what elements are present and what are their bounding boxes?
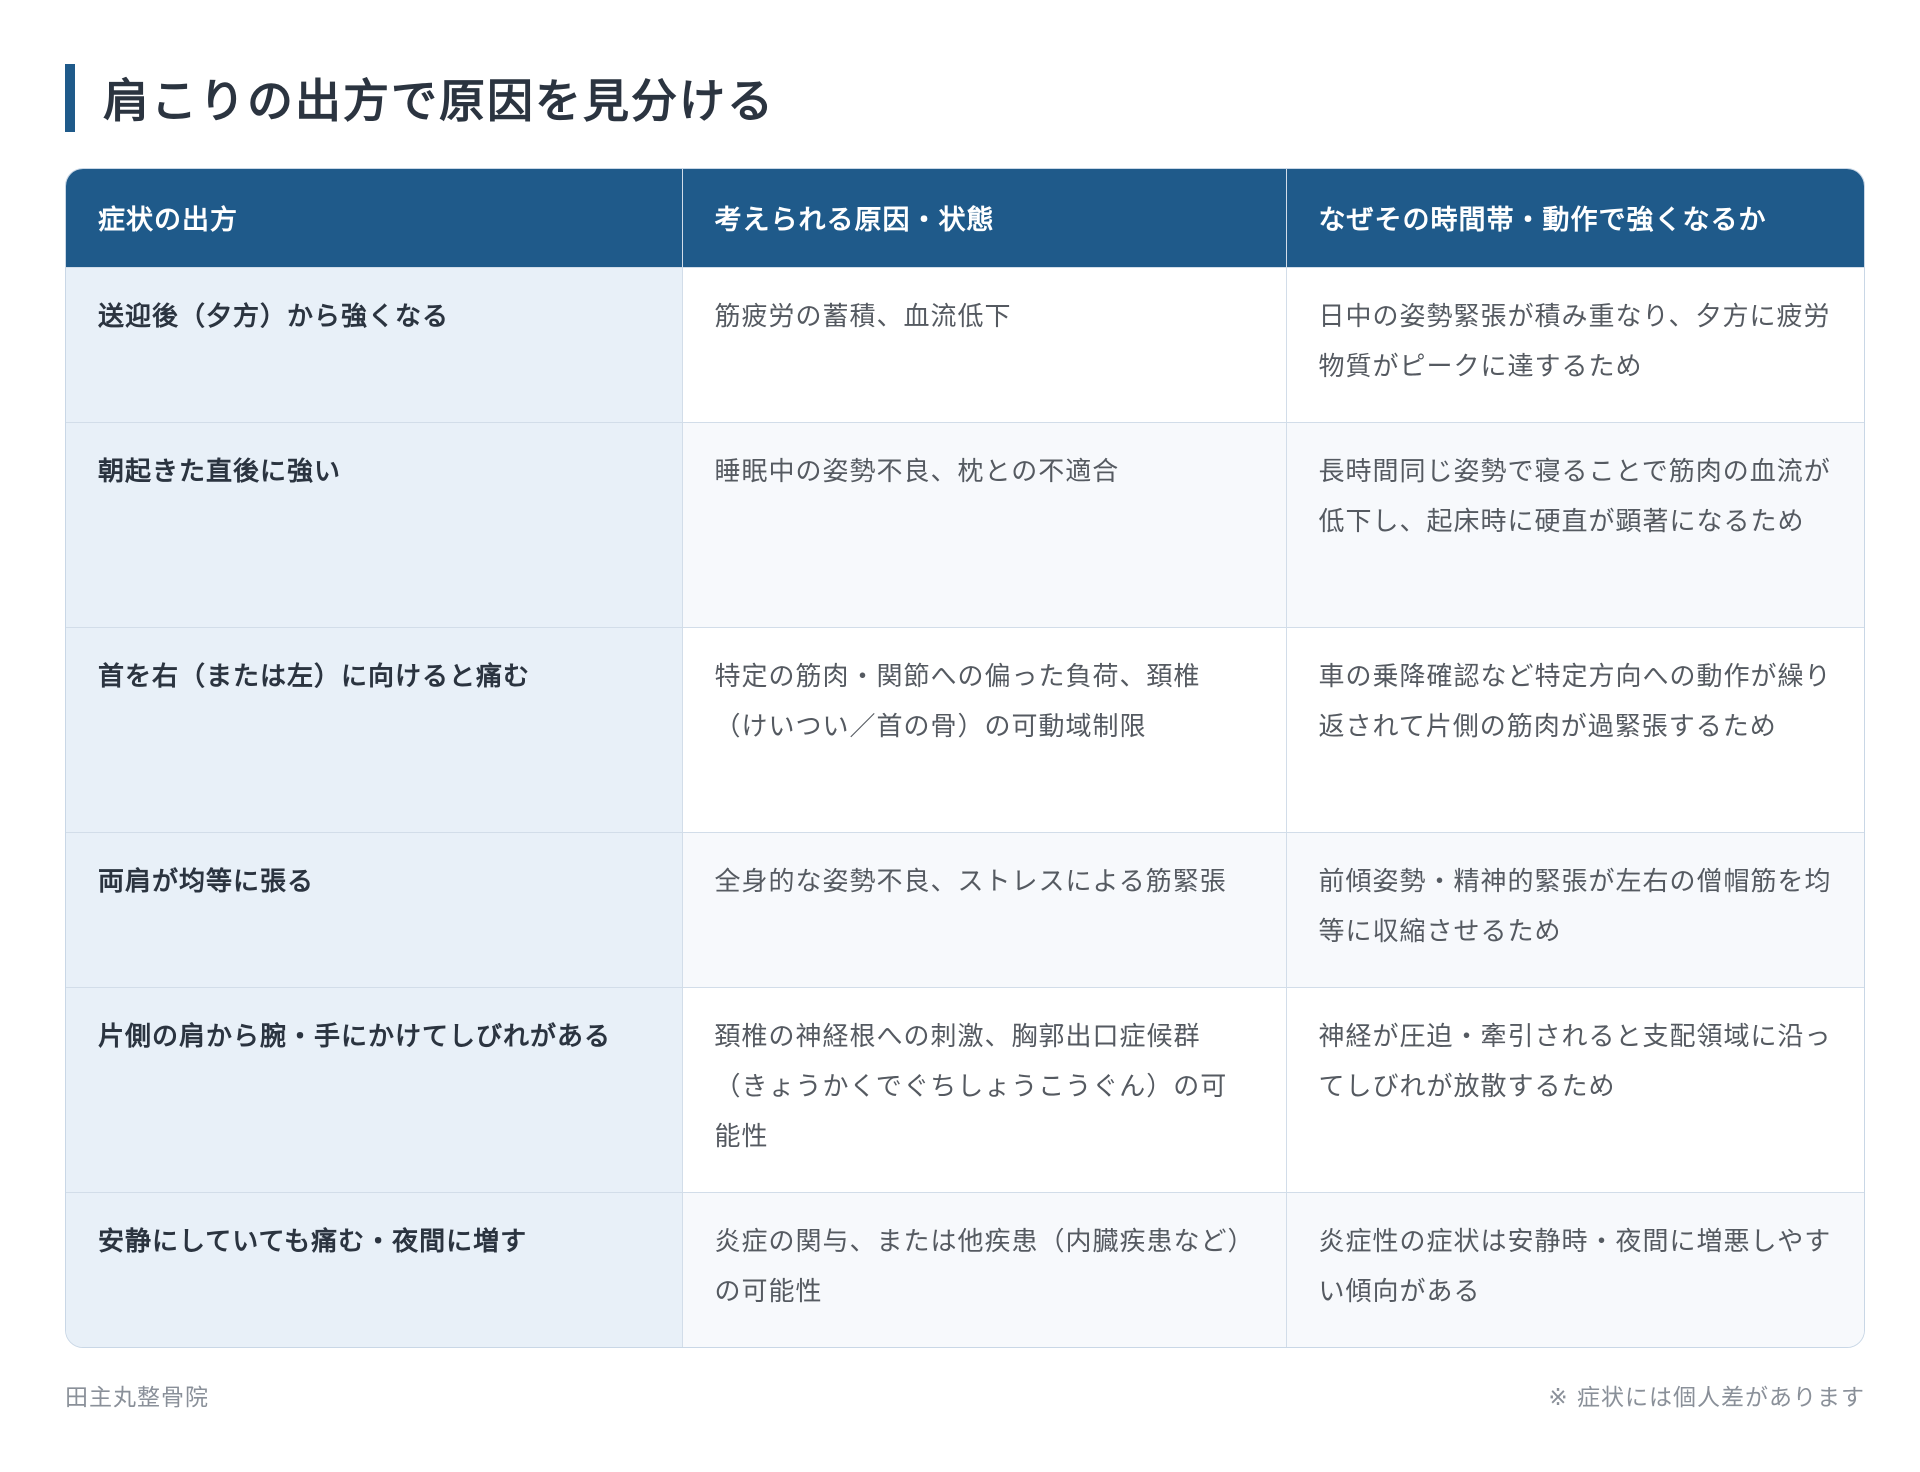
symptom-cell: 安静にしていても痛む・夜間に増す — [66, 1191, 682, 1347]
reason-cell: 車の乗降確認など特定方向への動作が繰り返されて片側の筋肉が過緊張するため — [1285, 626, 1864, 832]
symptom-cell: 送迎後（夕方）から強くなる — [66, 266, 682, 422]
symptom-cell: 朝起きた直後に強い — [66, 421, 682, 627]
symptom-cell: 両肩が均等に張る — [66, 831, 682, 987]
title-section: 肩こりの出方で原因を見分ける — [65, 64, 775, 132]
reason-cell: 前傾姿勢・精神的緊張が左右の僧帽筋を均等に収縮させるため — [1285, 831, 1864, 987]
clinic-name: 田主丸整骨院 — [65, 1385, 209, 1411]
cause-cell: 睡眠中の姿勢不良、枕との不適合 — [681, 421, 1286, 627]
cause-cell: 筋疲労の蓄積、血流低下 — [681, 266, 1286, 422]
header-symptom: 症状の出方 — [66, 169, 682, 267]
table-row: 首を右（または左）に向けると痛む 特定の筋肉・関節への偏った負荷、頚椎（けいつい… — [66, 626, 1864, 832]
header-reason: なぜその時間帯・動作で強くなるか — [1285, 169, 1864, 267]
title-accent-bar — [65, 64, 75, 132]
page-title: 肩こりの出方で原因を見分ける — [103, 74, 775, 128]
table-row: 安静にしていても痛む・夜間に増す 炎症の関与、または他疾患（内臓疾患など）の可能… — [66, 1191, 1864, 1347]
cause-cell: 特定の筋肉・関節への偏った負荷、頚椎（けいつい／首の骨）の可動域制限 — [681, 626, 1286, 832]
cause-cell: 炎症の関与、または他疾患（内臓疾患など）の可能性 — [681, 1191, 1286, 1347]
reason-cell: 日中の姿勢緊張が積み重なり、夕方に疲労物質がピークに達するため — [1285, 266, 1864, 422]
cause-cell: 頚椎の神経根への刺激、胸郭出口症候群（きょうかくでぐちしょうこうぐん）の可能性 — [681, 986, 1286, 1192]
table-row: 送迎後（夕方）から強くなる 筋疲労の蓄積、血流低下 日中の姿勢緊張が積み重なり、… — [66, 266, 1864, 422]
table-row: 両肩が均等に張る 全身的な姿勢不良、ストレスによる筋緊張 前傾姿勢・精神的緊張が… — [66, 831, 1864, 987]
symptom-table-container: 症状の出方 考えられる原因・状態 なぜその時間帯・動作で強くなるか 送迎後（夕方… — [65, 168, 1865, 1348]
symptom-cell: 首を右（または左）に向けると痛む — [66, 626, 682, 832]
table-row: 片側の肩から腕・手にかけてしびれがある 頚椎の神経根への刺激、胸郭出口症候群（き… — [66, 986, 1864, 1192]
table-row: 朝起きた直後に強い 睡眠中の姿勢不良、枕との不適合 長時間同じ姿勢で寝ることで筋… — [66, 421, 1864, 627]
disclaimer-note: ※ 症状には個人差があります — [1548, 1385, 1865, 1411]
reason-cell: 神経が圧迫・牽引されると支配領域に沿ってしびれが放散するため — [1285, 986, 1864, 1192]
table-header-row: 症状の出方 考えられる原因・状態 なぜその時間帯・動作で強くなるか — [66, 169, 1864, 267]
header-cause: 考えられる原因・状態 — [681, 169, 1286, 267]
symptom-table: 症状の出方 考えられる原因・状態 なぜその時間帯・動作で強くなるか 送迎後（夕方… — [66, 169, 1864, 1347]
reason-cell: 炎症性の症状は安静時・夜間に増悪しやすい傾向がある — [1285, 1191, 1864, 1347]
cause-cell: 全身的な姿勢不良、ストレスによる筋緊張 — [681, 831, 1286, 987]
reason-cell: 長時間同じ姿勢で寝ることで筋肉の血流が低下し、起床時に硬直が顕著になるため — [1285, 421, 1864, 627]
symptom-cell: 片側の肩から腕・手にかけてしびれがある — [66, 986, 682, 1192]
